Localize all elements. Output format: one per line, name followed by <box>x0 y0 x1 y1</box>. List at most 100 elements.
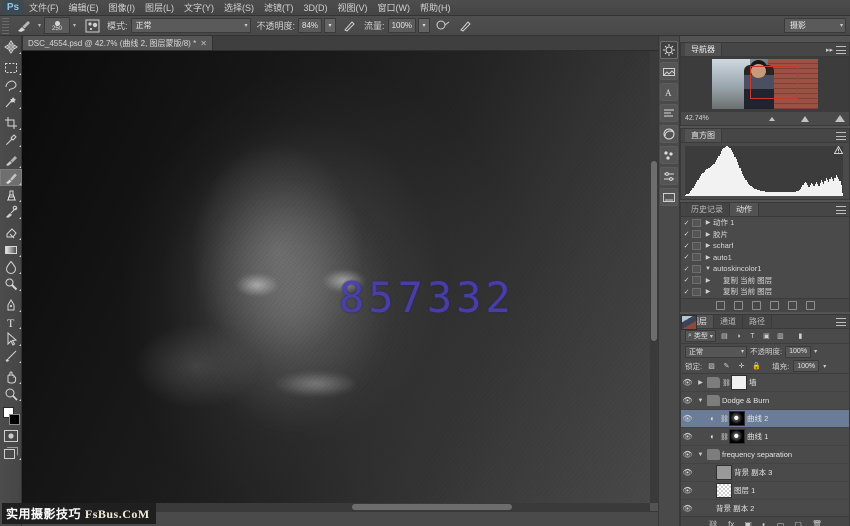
chevron-right-icon[interactable]: ▶ <box>703 277 713 284</box>
lock-all-icon[interactable]: 🔒 <box>751 361 762 372</box>
menu-item-5[interactable]: 选择(S) <box>219 0 259 16</box>
adjustments-icon[interactable] <box>660 146 678 164</box>
opacity-stepper[interactable]: ▾ <box>324 18 336 33</box>
panel-menu-icon[interactable] <box>836 46 846 54</box>
chevron-right-icon[interactable]: ▶ <box>703 242 713 249</box>
document-tab[interactable]: DSC_4554.psd @ 42.7% (曲线 2, 图层蒙版/8) * ✕ <box>22 35 213 50</box>
path-select-tool[interactable] <box>0 330 22 347</box>
canvas-area[interactable]: 857332 POCO 摄影专题 http://photo.poco.cn/ <box>22 51 658 503</box>
gradient-tool[interactable] <box>0 241 22 258</box>
history-brush-tool[interactable] <box>0 203 22 220</box>
record-action-icon[interactable] <box>734 301 743 310</box>
chevron-down-icon[interactable]: ▼ <box>696 398 705 404</box>
flow-stepper[interactable]: ▾ <box>418 18 430 33</box>
color-icon[interactable] <box>660 125 678 143</box>
chevron-right-icon[interactable]: ▶ <box>703 254 713 261</box>
navigator-view-rect[interactable] <box>750 66 798 99</box>
scrollbar-thumb[interactable] <box>651 161 657 341</box>
dodge-tool[interactable] <box>0 275 22 292</box>
layer-visibility-icon[interactable]: 👁 <box>681 396 694 405</box>
chevron-right-icon[interactable]: ▶ <box>703 288 713 295</box>
layer-row[interactable]: 👁▼Dodge & Burn <box>681 392 849 410</box>
shape-tool[interactable] <box>0 347 22 364</box>
action-dialog-toggle[interactable] <box>692 219 701 227</box>
menu-item-0[interactable]: 文件(F) <box>24 0 64 16</box>
tab-paths[interactable]: 路径 <box>743 315 772 328</box>
action-row[interactable]: ✓▶auto1 <box>681 252 849 264</box>
brush-tool-icon[interactable] <box>13 18 35 34</box>
paragraph-icon[interactable] <box>660 104 678 122</box>
navigator-zoom-slider[interactable] <box>769 115 845 122</box>
close-icon[interactable]: ✕ <box>200 39 207 48</box>
menu-item-1[interactable]: 编辑(E) <box>64 0 104 16</box>
tab-actions[interactable]: 动作 <box>730 203 759 216</box>
adjustment-layer-icon[interactable]: ◐ <box>762 520 767 526</box>
tab-history[interactable]: 历史记录 <box>685 203 730 216</box>
tab-channels[interactable]: 通道 <box>714 315 743 328</box>
hand-tool[interactable] <box>0 368 22 385</box>
layer-row[interactable]: 👁背景 副本 3 <box>681 464 849 482</box>
bridge-icon[interactable] <box>660 41 678 59</box>
filter-shape-icon[interactable]: ▣ <box>761 331 772 342</box>
mini-bridge-icon[interactable] <box>660 62 678 80</box>
menu-item-8[interactable]: 视图(V) <box>333 0 373 16</box>
layer-row[interactable]: 👁▶⛓墙 <box>681 374 849 392</box>
flow-value[interactable]: 100% <box>388 18 416 33</box>
action-dialog-toggle[interactable] <box>692 253 701 261</box>
blur-tool[interactable] <box>0 258 22 275</box>
brush-panel-caret[interactable]: ▾ <box>70 18 79 34</box>
layer-mask-thumbnail[interactable] <box>729 429 745 444</box>
action-enabled-checkbox[interactable]: ✓ <box>681 253 692 261</box>
action-enabled-checkbox[interactable]: ✓ <box>681 276 692 284</box>
workspace-select[interactable]: 摄影 ▾ <box>784 18 846 33</box>
link-icon[interactable]: ⛓ <box>722 379 729 387</box>
navigator-collapse-icon[interactable]: ▸▸ <box>826 46 833 54</box>
properties-icon[interactable] <box>660 167 678 185</box>
tab-navigator[interactable]: 导航器 <box>685 43 722 56</box>
action-row[interactable]: ✓▶scharf <box>681 240 849 252</box>
filter-type-icon[interactable]: T <box>747 331 758 342</box>
action-enabled-checkbox[interactable]: ✓ <box>681 219 692 227</box>
quick-mask-button[interactable] <box>0 427 22 444</box>
panel-menu-icon[interactable] <box>836 318 846 326</box>
lock-position-icon[interactable]: ✛ <box>736 361 747 372</box>
brush-size-preview[interactable]: 250 <box>44 17 70 34</box>
flow-pressure-icon[interactable] <box>456 18 474 34</box>
action-dialog-toggle[interactable] <box>692 230 701 238</box>
layer-row[interactable]: 👁▼frequency separation <box>681 446 849 464</box>
blend-mode-select[interactable]: 正常 ▾ <box>131 18 251 33</box>
delete-layer-icon[interactable]: 🗑 <box>812 520 822 526</box>
action-enabled-checkbox[interactable]: ✓ <box>681 288 692 296</box>
new-action-icon[interactable] <box>788 301 797 310</box>
action-dialog-toggle[interactable] <box>692 288 701 296</box>
crop-tool[interactable] <box>0 114 22 131</box>
lock-image-icon[interactable]: ✎ <box>721 361 732 372</box>
quick-select-tool[interactable] <box>0 93 22 110</box>
brush-tool[interactable] <box>0 169 22 186</box>
healing-brush-tool[interactable] <box>0 152 22 169</box>
stop-action-icon[interactable] <box>716 301 725 310</box>
panel-menu-icon[interactable] <box>836 206 846 214</box>
menu-item-3[interactable]: 图层(L) <box>140 0 179 16</box>
airbrush-icon[interactable] <box>434 18 452 34</box>
opacity-value[interactable]: 84% <box>298 18 322 33</box>
add-mask-icon[interactable]: ▣ <box>744 520 752 526</box>
eraser-tool[interactable] <box>0 224 22 241</box>
type-tool[interactable]: T <box>0 313 22 330</box>
zoom-tool[interactable] <box>0 385 22 402</box>
panel-menu-icon[interactable] <box>836 132 846 140</box>
action-row[interactable]: ✓▶动作 1 <box>681 217 849 229</box>
navigator-zoom-value[interactable]: 42.74% <box>685 115 709 122</box>
action-dialog-toggle[interactable] <box>692 265 701 273</box>
menu-item-6[interactable]: 滤镜(T) <box>259 0 299 16</box>
screen-mode-button[interactable] <box>0 444 22 461</box>
link-icon[interactable]: ⛓ <box>720 433 727 441</box>
layer-visibility-icon[interactable]: 👁 <box>681 504 694 513</box>
action-dialog-toggle[interactable] <box>692 242 701 250</box>
layer-row[interactable]: 👁图层 1 <box>681 482 849 500</box>
navigator-preview[interactable] <box>681 57 849 111</box>
layer-visibility-icon[interactable]: 👁 <box>681 414 694 423</box>
pen-tool[interactable] <box>0 296 22 313</box>
action-enabled-checkbox[interactable]: ✓ <box>681 242 692 250</box>
layers-list[interactable]: 👁▶⛓墙👁▼Dodge & Burn👁◐⛓曲线 2👁◐⛓曲线 1👁▼freque… <box>681 374 849 516</box>
